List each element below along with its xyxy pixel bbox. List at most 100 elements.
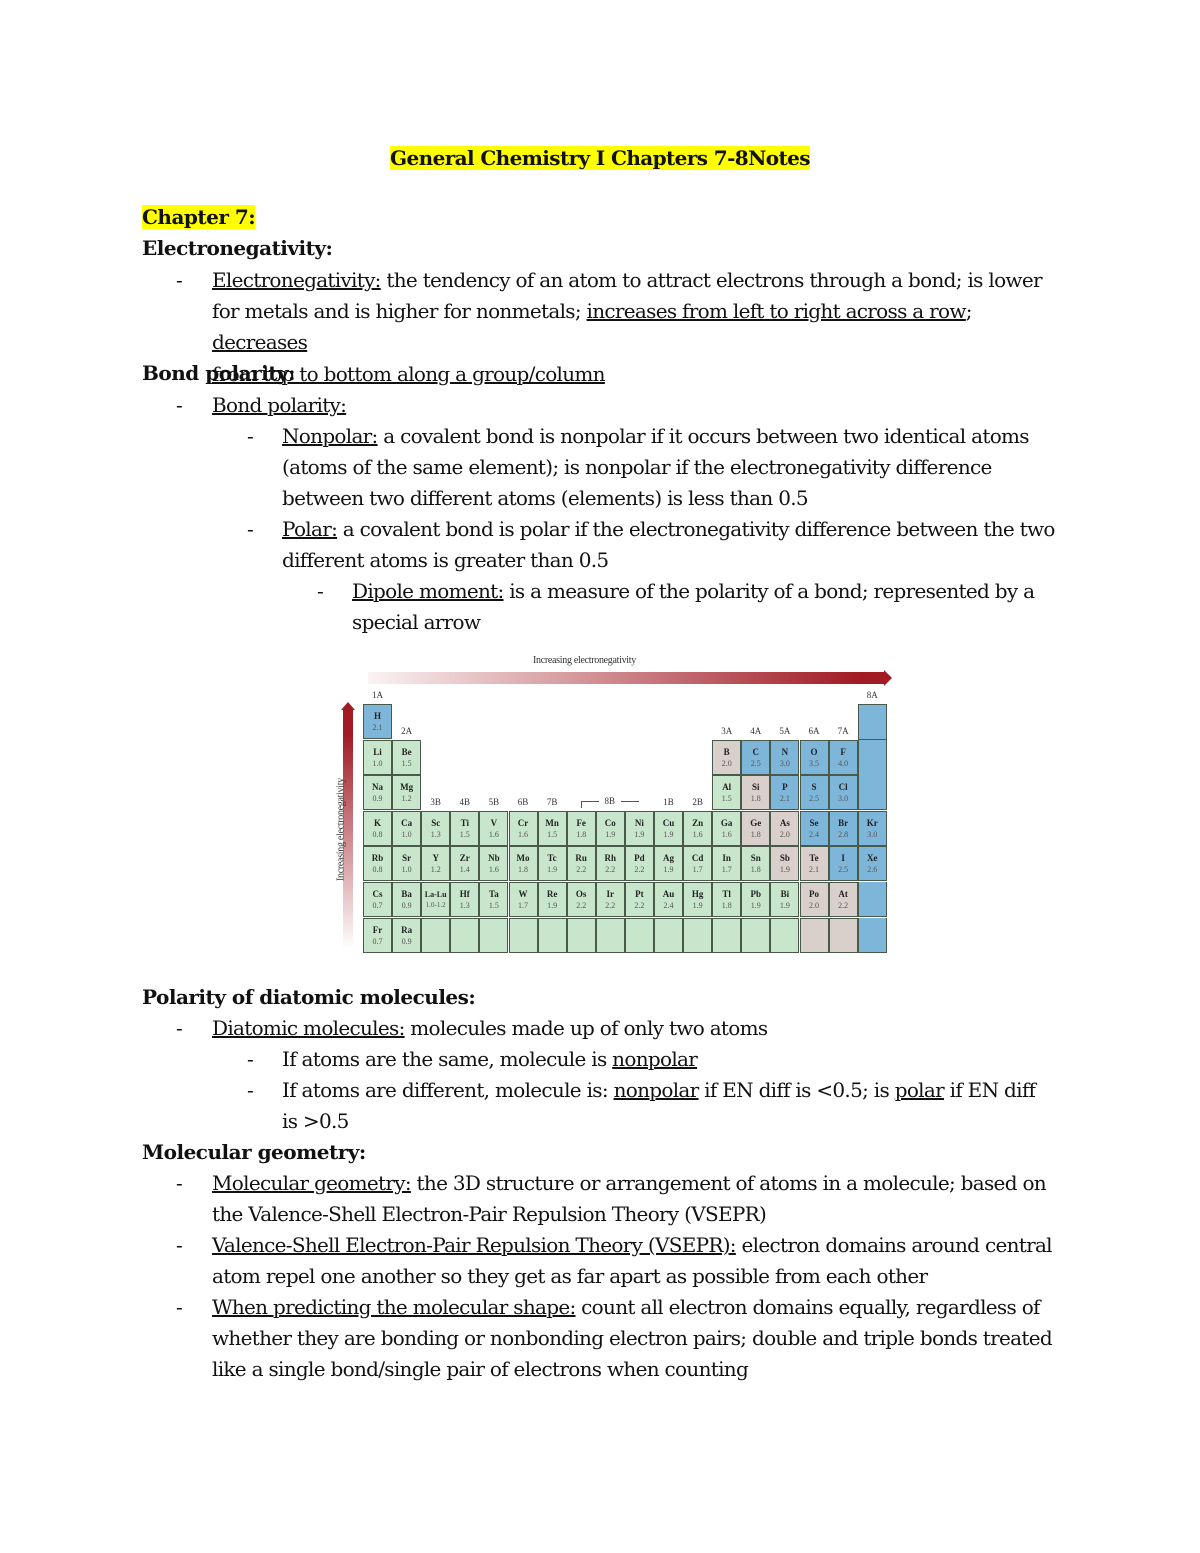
bullet-dash: - (317, 579, 324, 603)
empty-element-cell (857, 739, 887, 775)
definition-text: different atoms is greater than 0.5 (282, 548, 609, 573)
element-symbol: Re (546, 889, 558, 899)
empty-element-cell (595, 917, 625, 953)
element-symbol: Ru (575, 853, 587, 864)
element-symbol: Mo (516, 853, 530, 864)
electronegativity-value: 1.9 (547, 901, 558, 910)
element-cell-as: As 2.0 (770, 810, 800, 846)
electronegativity-value: 0.9 (401, 936, 412, 946)
element-cell-cs: Cs 0.7 (363, 882, 392, 917)
bullet-dash: - (176, 393, 183, 417)
group-label: 1B (663, 796, 674, 807)
element-symbol: Y (432, 853, 439, 864)
element-symbol: Zr (459, 853, 470, 864)
element-symbol: Tl (722, 889, 731, 899)
chapter-heading-text: Chapter 7: (142, 205, 256, 229)
element-symbol: Ge (750, 817, 762, 828)
rule-text: If atoms are the same, molecule is (282, 1047, 613, 1071)
term-vsepr: Valence-Shell Electron-Pair Repulsion Th… (212, 1233, 737, 1257)
element-symbol: Na (372, 782, 383, 793)
electronegativity-value: 1.9 (692, 901, 703, 910)
element-symbol: Xe (866, 853, 878, 864)
bullet-dash: - (247, 1047, 254, 1071)
element-cell-ir: Ir 2.2 (595, 882, 625, 917)
term-polar: Polar: (282, 517, 338, 541)
element-cell-xe: Xe 2.6 (857, 846, 887, 882)
element-symbol: Li (373, 746, 382, 757)
element-cell-in: In 1.7 (712, 846, 742, 882)
element-symbol: Ni (634, 817, 644, 828)
section-heading-molecular-geometry: Molecular geometry: (142, 1140, 366, 1164)
electronegativity-value: 2.0 (809, 901, 819, 910)
element-symbol: Sc (431, 817, 441, 828)
chapter-heading: Chapter 7: (142, 202, 1072, 233)
bullet-dash: - (247, 517, 254, 541)
definition-text: ; (965, 299, 973, 324)
element-symbol: Se (809, 817, 819, 828)
underlined-phrase: nonpolar (613, 1078, 700, 1102)
electronegativity-value: 1.9 (779, 901, 790, 910)
element-cell-sr: Sr 1.0 (392, 846, 422, 882)
element-symbol: Ag (663, 853, 674, 864)
underlined-phrase: decreases (212, 330, 308, 355)
electronegativity-value: 0.9 (372, 794, 383, 804)
element-cell-tl: Tl 1.8 (712, 882, 742, 917)
term-electronegativity: Electronegativity: (212, 268, 381, 292)
term-diatomic-molecules: Diatomic molecules: (212, 1016, 405, 1040)
rule-text: if EN diff (943, 1078, 1036, 1102)
element-symbol: Be (401, 746, 412, 757)
element-symbol: Pd (634, 853, 645, 864)
element-symbol: Fr (372, 924, 383, 935)
element-symbol: Tc (547, 853, 557, 864)
electronegativity-value: 2.4 (809, 829, 819, 839)
electronegativity-value: 0.7 (372, 901, 383, 910)
group-label: 8A (866, 690, 878, 700)
definition-text: a covalent bond is polar if the electron… (337, 517, 1056, 541)
definition-text: atom repel one another so they get as fa… (212, 1264, 928, 1289)
element-symbol: Kr (866, 817, 878, 828)
element-symbol: O (810, 746, 818, 757)
electronegativity-value: 1.0-1.2 (425, 901, 446, 909)
electronegativity-value: 2.4 (663, 901, 674, 910)
element-symbol: S (811, 782, 817, 793)
term-predicting-shape: When predicting the molecular shape: (212, 1295, 576, 1319)
diatomic-definition: Diatomic molecules: molecules made up of… (212, 1013, 1072, 1044)
molecular-geometry-definition: Molecular geometry: the 3D structure or … (212, 1168, 1072, 1230)
vertical-arrow-label: Increasing electronegativity (335, 778, 347, 881)
underlined-phrase: nonpolar (612, 1047, 698, 1071)
section-heading-electronegativity: Electronegativity: (142, 236, 333, 260)
element-cell-zn: Zn 1.6 (683, 810, 713, 846)
electronegativity-value: 1.3 (459, 901, 470, 910)
element-cell-kr: Kr 3.0 (857, 810, 887, 846)
element-cell-si: Si 1.8 (741, 775, 771, 811)
group-label: 8B (598, 795, 621, 806)
bullet-dash: - (247, 1078, 254, 1102)
bullet-dash: - (176, 1016, 183, 1040)
term-nonpolar: Nonpolar: (282, 424, 378, 448)
bond-polarity-item: Bond polarity: (212, 390, 1072, 421)
element-cell-cu: Cu 1.9 (654, 810, 683, 846)
element-symbol: Bi (780, 889, 790, 899)
bullet-dash: - (247, 424, 254, 448)
element-symbol: P (782, 782, 788, 793)
element-cell-ta: Ta 1.5 (479, 882, 509, 917)
element-cell-ag: Ag 1.9 (654, 846, 683, 882)
electronegativity-value: 2.1 (809, 865, 819, 875)
electronegativity-value: 4.0 (838, 758, 849, 768)
element-cell-la-lu: La-Lu 1.0-1.2 (421, 882, 451, 917)
section-heading-diatomic: Polarity of diatomic molecules: (142, 985, 476, 1009)
element-cell-au: Au 2.4 (654, 882, 683, 917)
predicting-shape-definition: When predicting the molecular shape: cou… (212, 1292, 1072, 1386)
element-symbol: Ca (401, 817, 413, 828)
definition-text: whether they are bonding or nonbonding e… (212, 1326, 1053, 1351)
bullet-dash: - (176, 1233, 183, 1257)
electronegativity-value: 1.5 (721, 794, 732, 804)
element-symbol: Cd (691, 853, 704, 864)
electronegativity-value: 2.2 (576, 901, 587, 910)
element-cell-c: C 2.5 (741, 739, 771, 775)
electronegativity-value: 2.0 (779, 829, 790, 839)
element-cell-bi: Bi 1.9 (770, 882, 800, 917)
bullet-dash: - (176, 1295, 183, 1319)
element-cell-hf: Hf 1.3 (450, 882, 480, 917)
electronegativity-value: 1.8 (750, 865, 761, 875)
